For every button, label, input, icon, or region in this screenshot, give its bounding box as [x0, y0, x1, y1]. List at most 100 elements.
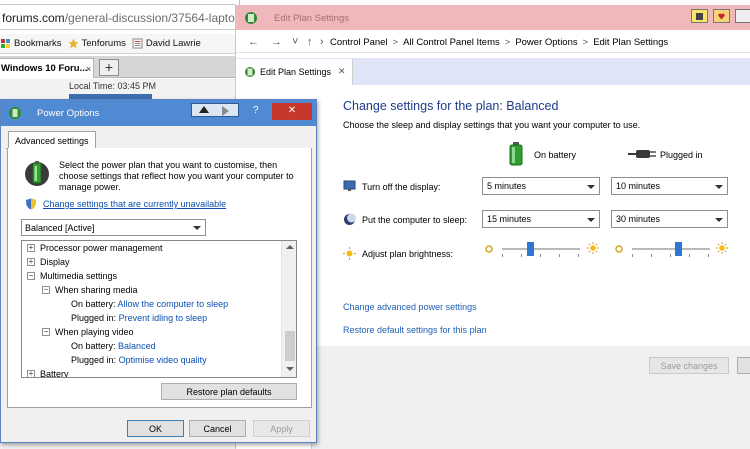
extension-button[interactable]: [691, 9, 708, 23]
slider-track: [502, 248, 580, 250]
breadcrumb-control-panel[interactable]: Control Panel: [330, 37, 388, 48]
column-plugged-in: Plugged in: [660, 150, 703, 160]
expand-icon[interactable]: +: [27, 244, 35, 252]
arrow-right-icon[interactable]: [222, 106, 229, 116]
bookmarks-bar: Bookmarks Tenforums David Lawrie: [0, 34, 238, 54]
browser-address-bar[interactable]: forums.com/general-discussion/37564-lapt…: [0, 4, 236, 30]
save-changes-button[interactable]: Save changes: [649, 357, 729, 374]
dialog-arrow-controls[interactable]: [191, 103, 239, 117]
breadcrumb-separator[interactable]: >: [505, 37, 511, 48]
advanced-power-settings-link[interactable]: Change advanced power settings: [343, 302, 477, 312]
favorite-button[interactable]: [713, 9, 730, 23]
apply-button[interactable]: Apply: [253, 420, 310, 437]
tree-value-link[interactable]: Optimise video quality: [119, 355, 207, 365]
tree-label: When sharing media: [55, 285, 138, 295]
scroll-up-icon[interactable]: [286, 245, 294, 249]
edit-plan-title-bar[interactable]: Edit Plan Settings: [236, 5, 750, 30]
tree-value-link[interactable]: Prevent idling to sleep: [119, 313, 208, 323]
display-setting-label: Turn off the display:: [362, 182, 441, 192]
bookmark-label: Tenforums: [81, 38, 126, 49]
slider-tick: [689, 254, 690, 257]
bookmark-label: David Lawrie: [145, 38, 201, 49]
sleep-plugged-select[interactable]: 30 minutes: [611, 210, 728, 228]
tree-value-link[interactable]: Allow the computer to sleep: [118, 299, 229, 309]
ok-button[interactable]: OK: [127, 420, 184, 437]
display-battery-select[interactable]: 5 minutes: [482, 177, 600, 195]
power-options-title-bar[interactable]: Power Options ? ✕: [1, 100, 316, 126]
brightness-plugged-slider[interactable]: [632, 242, 710, 257]
brightness-battery-slider[interactable]: [502, 242, 580, 257]
slider-tick: [708, 254, 709, 257]
plan-description: Select the power plan that you want to c…: [59, 160, 294, 192]
extension-icon: [696, 13, 703, 20]
window-control-button[interactable]: [735, 9, 750, 23]
recent-dropdown-icon[interactable]: ˅: [292, 36, 298, 48]
tree-scrollbar[interactable]: [281, 241, 296, 377]
bookmark-david-lawrie[interactable]: David Lawrie: [132, 38, 201, 49]
slider-thumb[interactable]: [527, 242, 534, 256]
sleep-moon-icon: [344, 213, 356, 225]
tree-label: Multimedia settings: [40, 271, 118, 281]
expand-icon[interactable]: +: [27, 258, 35, 266]
column-on-battery: On battery: [534, 150, 577, 160]
up-arrow-icon[interactable]: ↑: [307, 36, 313, 48]
brightness-high-icon: [587, 242, 599, 254]
new-tab-button[interactable]: +: [99, 59, 119, 76]
tab-close-icon[interactable]: ×: [86, 64, 91, 74]
change-unavailable-settings-link[interactable]: Change settings that are currently unava…: [43, 199, 226, 209]
tab-label: Windows 10 Foru...: [1, 63, 88, 74]
collapse-icon[interactable]: −: [42, 286, 50, 294]
chevron-down-icon: [715, 185, 723, 189]
bookmark-tenforums[interactable]: Tenforums: [68, 38, 126, 49]
path-arrow-icon[interactable]: ›: [320, 36, 324, 48]
explorer-nav-bar: ← → ˅ ↑ › Control Panel > All Control Pane…: [236, 32, 750, 53]
tree-label: Battery: [40, 369, 69, 378]
collapse-icon[interactable]: −: [42, 328, 50, 336]
slider-thumb[interactable]: [675, 242, 682, 256]
help-button[interactable]: ?: [253, 105, 259, 116]
scroll-down-icon[interactable]: [286, 367, 294, 371]
tree-item-video-plugged-in[interactable]: Plugged in: Optimise video quality: [71, 355, 207, 365]
breadcrumb-separator[interactable]: >: [583, 37, 589, 48]
bookmarks-icon: [1, 39, 10, 48]
collapse-icon[interactable]: −: [27, 272, 35, 280]
back-arrow-icon[interactable]: ←: [248, 36, 259, 48]
sleep-battery-select[interactable]: 15 minutes: [482, 210, 600, 228]
restore-plan-defaults-button[interactable]: Restore plan defaults: [161, 383, 297, 400]
arrow-up-icon[interactable]: [199, 106, 209, 113]
address-path: /general-discussion/37564-laptop-sle: [64, 11, 235, 25]
tree-item-sharing-on-battery[interactable]: On battery: Allow the computer to sleep: [71, 299, 228, 309]
tree-label: Display: [40, 257, 70, 267]
address-host: forums.com: [2, 11, 65, 25]
breadcrumb-all-items[interactable]: All Control Panel Items: [403, 37, 500, 48]
brightness-setting-label: Adjust plan brightness:: [362, 249, 454, 259]
breadcrumb-power-options[interactable]: Power Options: [515, 37, 577, 48]
tree-item-sharing-plugged-in[interactable]: Plugged in: Prevent idling to sleep: [71, 313, 207, 323]
select-value: 10 minutes: [616, 181, 661, 191]
edit-plan-title: Edit Plan Settings: [274, 13, 349, 24]
bookmarks-menu[interactable]: Bookmarks: [0, 38, 62, 49]
restore-default-settings-link[interactable]: Restore default settings for this plan: [343, 325, 487, 335]
breadcrumb-separator[interactable]: >: [393, 37, 399, 48]
close-button[interactable]: ✕: [272, 103, 312, 120]
browser-tab-forum[interactable]: Windows 10 Foru... ×: [0, 58, 94, 78]
scrollbar-thumb[interactable]: [285, 331, 295, 361]
tree-label: On battery:: [71, 341, 116, 351]
tree-item-video-on-battery[interactable]: On battery: Balanced: [71, 341, 156, 351]
power-plan-icon: [245, 12, 257, 24]
tab-advanced-settings[interactable]: Advanced settings: [8, 131, 96, 149]
plug-icon: [628, 150, 656, 158]
cancel-button[interactable]: Cancel: [189, 420, 246, 437]
power-plan-select[interactable]: Balanced [Active]: [21, 219, 206, 236]
breadcrumb-edit-plan[interactable]: Edit Plan Settings: [593, 37, 668, 48]
display-plugged-select[interactable]: 10 minutes: [611, 177, 728, 195]
power-options-title: Power Options: [37, 108, 100, 119]
tree-label: On battery:: [71, 299, 116, 309]
expand-icon[interactable]: +: [27, 370, 35, 377]
forward-arrow-icon[interactable]: →: [271, 36, 282, 48]
tab-close-icon[interactable]: ✕: [338, 66, 346, 77]
tab-edit-plan-settings[interactable]: Edit Plan Settings ✕: [236, 59, 353, 85]
cancel-button[interactable]: [737, 357, 750, 374]
slider-tick: [578, 254, 579, 257]
tree-value-link[interactable]: Balanced: [118, 341, 156, 351]
